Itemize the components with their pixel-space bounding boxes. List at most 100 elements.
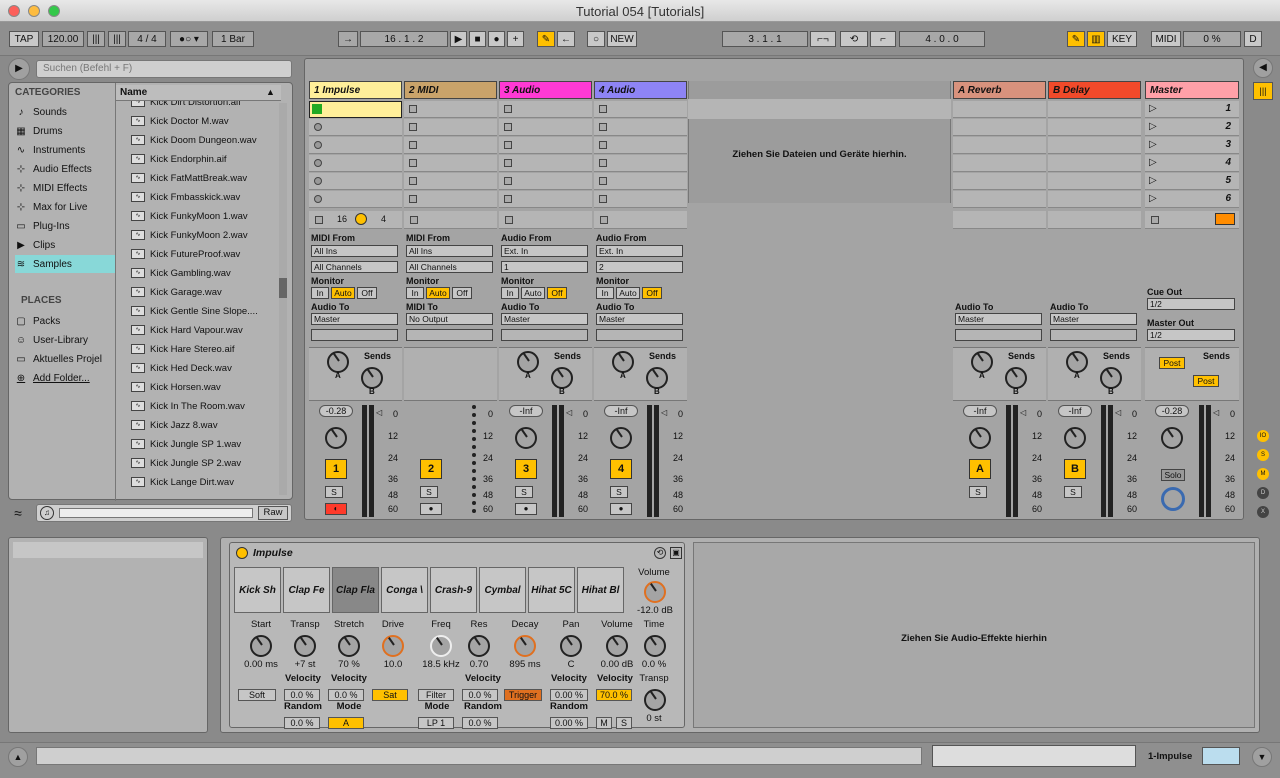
volume-value[interactable]: -0.28 [319, 405, 353, 417]
track-header[interactable]: 4 Audio [594, 81, 687, 99]
clip-slot[interactable]: ▷ 1 [1145, 101, 1239, 118]
file-item[interactable]: ∿ Kick Jazz 8.wav [131, 416, 218, 434]
monitor-in-button[interactable]: In [501, 287, 519, 299]
clip-stop-button-icon[interactable] [599, 195, 607, 203]
drum-pad[interactable]: Cymbal [479, 567, 526, 613]
param-knob-drive[interactable] [382, 635, 404, 657]
delay-toggle-icon[interactable]: D [1257, 487, 1269, 499]
clip-stop-button-icon[interactable] [504, 177, 512, 185]
stop-clips-icon[interactable] [1151, 216, 1159, 224]
pan-knob[interactable] [1161, 427, 1183, 449]
file-item[interactable]: ∿ Kick In The Room.wav [131, 397, 245, 415]
clip-slot[interactable] [953, 173, 1046, 190]
preview-waveform[interactable] [59, 508, 253, 518]
clip-stop-button-icon[interactable] [599, 159, 607, 167]
arm-button[interactable]: ● [420, 503, 442, 515]
clip-stop-button-icon[interactable] [409, 195, 417, 203]
global-transp-knob[interactable] [644, 689, 666, 711]
file-item[interactable]: ∿ Kick FunkyMoon 2.wav [131, 226, 248, 244]
key-map-button[interactable]: KEY [1107, 31, 1137, 47]
pan-knob[interactable] [1064, 427, 1086, 449]
param-knob-decay[interactable] [514, 635, 536, 657]
track-activator-button[interactable]: B [1064, 459, 1086, 479]
monitor-off-button[interactable]: Off [642, 287, 662, 299]
clip-stop-button-icon[interactable] [599, 105, 607, 113]
session-view-toggle-icon[interactable]: ||| [1253, 82, 1273, 100]
drum-pad[interactable]: Crash-9 [430, 567, 477, 613]
file-item[interactable]: ∿ Kick FatMattBreak.wav [131, 169, 247, 187]
clip-stop-button-icon[interactable] [599, 123, 607, 131]
clip-slot[interactable] [953, 137, 1046, 154]
volume-value[interactable]: -Inf [509, 405, 543, 417]
audio-effects-drop-zone[interactable]: Ziehen Sie Audio-Effekte hierhin [693, 542, 1255, 728]
clip-slot[interactable] [953, 101, 1046, 118]
clip-slot[interactable] [1048, 155, 1141, 172]
send-a-knob[interactable] [612, 351, 634, 373]
file-item[interactable]: ∿ Kick Lange Dirt.wav [131, 473, 234, 491]
transp-velocity[interactable]: 0.0 % [284, 689, 320, 701]
filter-mode-dropdown[interactable]: LP 1 [418, 717, 454, 729]
post-a-button[interactable]: Post [1159, 357, 1185, 369]
solo-button[interactable]: S [420, 486, 438, 498]
send-a-knob[interactable] [1066, 351, 1088, 373]
stop-clips-icon[interactable] [505, 216, 513, 224]
clip-slot[interactable]: ▷ 6 [1145, 191, 1239, 208]
volume-value[interactable]: -Inf [963, 405, 997, 417]
nudge-up-icon[interactable]: ||| [108, 31, 126, 47]
post-b-button[interactable]: Post [1193, 375, 1219, 387]
clip-slot[interactable] [1048, 191, 1141, 208]
file-item[interactable]: ∿ Kick Gentle Sine Slope.... [131, 302, 258, 320]
clip-stop-button-icon[interactable] [409, 159, 417, 167]
stop-clips-icon[interactable] [410, 216, 418, 224]
volume-fader-icon[interactable]: ◁ [566, 408, 572, 417]
monitor-off-button[interactable]: Off [357, 287, 377, 299]
place-user-library[interactable]: ☺ User-Library [15, 331, 88, 349]
pan-knob[interactable] [515, 427, 537, 449]
mixer-toggle-icon[interactable]: M [1257, 468, 1269, 480]
loop-switch-icon[interactable]: ⟲ [840, 31, 868, 47]
volume-fader-icon[interactable]: ◁ [661, 408, 667, 417]
category-instruments[interactable]: ∿ Instruments [15, 141, 85, 159]
follow-icon[interactable]: → [338, 31, 358, 47]
solo-button[interactable]: S [969, 486, 987, 498]
monitor-in-button[interactable]: In [596, 287, 614, 299]
session-record-icon[interactable]: ○ [587, 31, 605, 47]
file-item[interactable]: ∿ Kick Hed Deck.wav [131, 359, 232, 377]
clock-icon[interactable] [355, 213, 367, 225]
file-item[interactable]: ∿ Kick Hare Stereo.aif [131, 340, 234, 358]
file-item[interactable]: ∿ Kick Garage.wav [131, 283, 222, 301]
volume-fader-icon[interactable]: ◁ [1213, 408, 1219, 417]
track-activator-button[interactable]: 3 [515, 459, 537, 479]
clip-record-button-icon[interactable] [314, 195, 322, 203]
scene-launch-icon[interactable]: ▷ [1149, 157, 1157, 168]
quantize-dropdown[interactable]: 1 Bar [212, 31, 254, 47]
clip-slot[interactable] [1048, 137, 1141, 154]
time-knob[interactable] [644, 635, 666, 657]
output-type-dropdown[interactable]: Master [955, 313, 1042, 325]
scene-launch-icon[interactable]: ▷ [1149, 121, 1157, 132]
file-item[interactable]: ∿ Kick Doom Dungeon.wav [131, 131, 257, 149]
track-header[interactable]: 3 Audio [499, 81, 592, 99]
file-item[interactable]: ∿ Kick Jungle SP 2.wav [131, 454, 241, 472]
clip-slot[interactable] [499, 101, 592, 118]
loop-length-field[interactable]: 4 . 0 . 0 [899, 31, 985, 47]
clip-slot[interactable] [499, 155, 592, 172]
file-item[interactable]: ∿ Kick Gambling.wav [131, 264, 231, 282]
filter-random[interactable]: 0.0 % [462, 717, 498, 729]
clip-play-icon[interactable] [312, 104, 322, 114]
cue-out-dropdown[interactable]: 1/2 [1147, 298, 1235, 310]
output-type-dropdown[interactable]: Master [311, 313, 398, 325]
file-item[interactable]: ∿ Kick Fmbasskick.wav [131, 188, 240, 206]
file-item[interactable]: ∿ Kick Jungle SP 1.wav [131, 435, 241, 453]
loop-start-field[interactable]: 3 . 1 . 1 [722, 31, 808, 47]
clip-slot[interactable] [404, 173, 497, 190]
cue-volume-knob[interactable] [1161, 487, 1185, 511]
input-type-dropdown[interactable]: All Ins [406, 245, 493, 257]
name-column-header[interactable]: Name [116, 85, 281, 101]
scene-launch-icon[interactable]: ▷ [1149, 175, 1157, 186]
file-item[interactable]: ∿ Kick Dirt Distortion.aif [131, 101, 241, 111]
place-aktuelles-projel[interactable]: ▭ Aktuelles Projel [15, 350, 102, 368]
solo-pad-button[interactable]: S [616, 717, 632, 729]
clip-slot[interactable] [953, 191, 1046, 208]
param-knob-freq[interactable] [430, 635, 452, 657]
